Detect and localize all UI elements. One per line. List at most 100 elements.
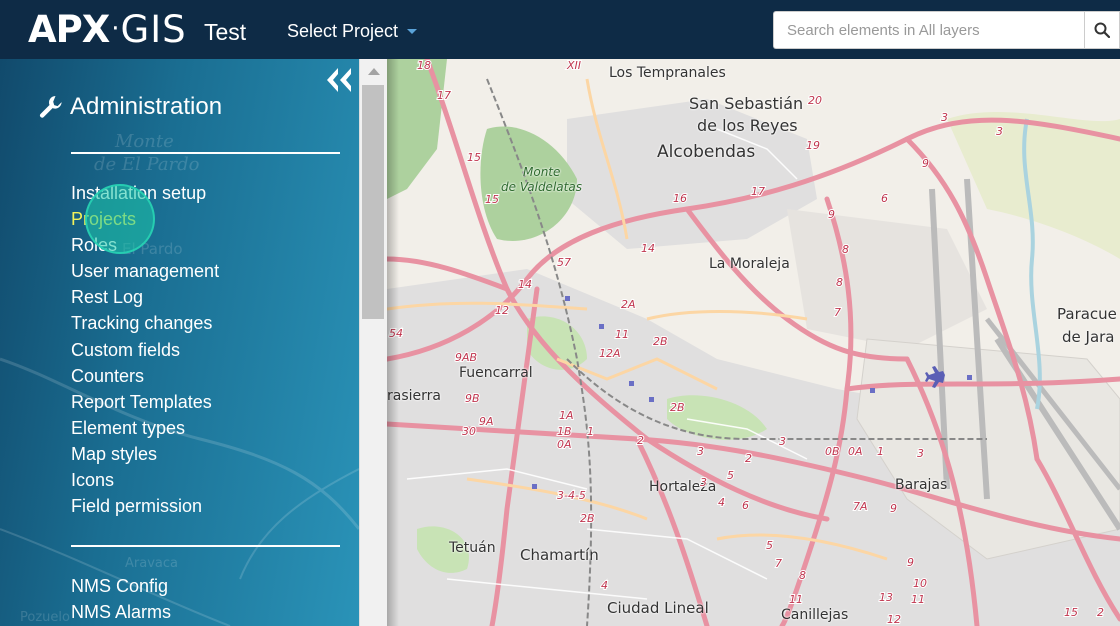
menu-item-projects[interactable]: Projects xyxy=(71,206,219,232)
svg-text:12A: 12A xyxy=(599,347,621,360)
svg-text:12: 12 xyxy=(887,613,901,626)
map-road-numbers: 18 XII 17 15 15 16 17 20 19 3 3 9 6 9 8 … xyxy=(388,59,1105,626)
menu-item-rest-log[interactable]: Rest Log xyxy=(71,284,219,310)
search-icon xyxy=(1094,22,1110,38)
svg-text:2A: 2A xyxy=(621,298,636,311)
svg-text:18: 18 xyxy=(417,59,431,72)
svg-text:1: 1 xyxy=(877,445,884,458)
svg-text:3-4-5: 3-4-5 xyxy=(557,489,586,502)
svg-text:5: 5 xyxy=(727,469,734,482)
sidebar-title-text: Administration xyxy=(70,93,223,120)
svg-text:3: 3 xyxy=(917,447,924,460)
ghost-label-pozuelo: Pozuelo xyxy=(20,610,70,625)
svg-text:9: 9 xyxy=(907,556,914,569)
admin-menu-secondary: NMS Config NMS Alarms xyxy=(71,573,171,625)
svg-text:2B: 2B xyxy=(580,512,595,525)
ghost-label-monte: Monte xyxy=(114,131,174,152)
svg-text:14: 14 xyxy=(641,242,655,255)
svg-text:2: 2 xyxy=(745,452,752,465)
svg-text:8: 8 xyxy=(836,276,843,289)
svg-text:3: 3 xyxy=(779,435,786,448)
menu-item-tracking-changes[interactable]: Tracking changes xyxy=(71,310,219,336)
svg-text:3: 3 xyxy=(697,445,704,458)
svg-text:11: 11 xyxy=(911,593,925,606)
svg-text:8: 8 xyxy=(842,243,849,256)
svg-text:1A: 1A xyxy=(559,409,574,422)
menu-item-nms-config[interactable]: NMS Config xyxy=(71,573,171,599)
menu-item-element-types[interactable]: Element types xyxy=(71,415,219,441)
svg-text:2: 2 xyxy=(1097,606,1104,619)
admin-sidebar: Monte de El Pardo El Pardo Aravaca Pozue… xyxy=(0,59,359,626)
menu-item-icons[interactable]: Icons xyxy=(71,467,219,493)
svg-text:15: 15 xyxy=(485,193,499,206)
svg-text:11: 11 xyxy=(789,593,803,606)
menu-item-roles[interactable]: Roles xyxy=(71,232,219,258)
logo-separator: · xyxy=(111,14,119,44)
logo-apx: APX xyxy=(28,7,110,51)
svg-text:3: 3 xyxy=(941,111,948,124)
svg-text:1B: 1B xyxy=(557,425,572,438)
svg-text:XII: XII xyxy=(566,59,581,72)
ghost-label-el-pardo: de El Pardo xyxy=(94,154,200,175)
sidebar-title: Administration xyxy=(38,93,222,121)
top-navbar: APX · GIS Test Select Project xyxy=(0,0,1120,59)
menu-item-nms-alarms[interactable]: NMS Alarms xyxy=(71,599,171,625)
svg-text:57: 57 xyxy=(557,256,571,269)
svg-text:15: 15 xyxy=(467,151,481,164)
svg-text:13: 13 xyxy=(879,591,893,604)
svg-text:4: 4 xyxy=(601,579,608,592)
wrench-icon xyxy=(39,96,62,118)
svg-text:1: 1 xyxy=(587,425,594,438)
svg-text:10: 10 xyxy=(913,577,927,590)
divider xyxy=(71,545,340,547)
select-project-label: Select Project xyxy=(287,21,399,41)
menu-item-map-styles[interactable]: Map styles xyxy=(71,441,219,467)
svg-text:2B: 2B xyxy=(670,401,685,414)
svg-text:7A: 7A xyxy=(853,500,868,513)
double-chevron-left-icon xyxy=(327,68,351,92)
svg-text:9: 9 xyxy=(890,502,897,515)
admin-menu-primary: Installation setup Projects Roles User m… xyxy=(71,180,219,519)
sidebar-scrollbar[interactable] xyxy=(359,59,387,626)
svg-text:2B: 2B xyxy=(653,335,668,348)
menu-item-custom-fields[interactable]: Custom fields xyxy=(71,337,219,363)
svg-text:19: 19 xyxy=(806,139,820,152)
svg-text:30: 30 xyxy=(462,425,476,438)
svg-text:9: 9 xyxy=(922,157,929,170)
ghost-label-aravaca: Aravaca xyxy=(125,556,178,571)
menu-item-report-templates[interactable]: Report Templates xyxy=(71,389,219,415)
svg-text:14: 14 xyxy=(518,278,532,291)
apx-gis-logo[interactable]: APX · GIS xyxy=(28,6,187,52)
svg-text:9: 9 xyxy=(828,208,835,221)
svg-text:12: 12 xyxy=(495,304,509,317)
menu-item-installation-setup[interactable]: Installation setup xyxy=(71,180,219,206)
svg-text:0A: 0A xyxy=(557,438,572,451)
svg-text:5: 5 xyxy=(766,539,773,552)
collapse-sidebar-button[interactable] xyxy=(324,65,352,100)
airplane-icon xyxy=(925,366,945,388)
caret-down-icon xyxy=(407,29,418,34)
environment-label: Test xyxy=(204,19,247,45)
svg-text:15: 15 xyxy=(1064,606,1078,619)
svg-text:9A: 9A xyxy=(479,415,494,428)
menu-item-counters[interactable]: Counters xyxy=(71,363,219,389)
sidebar-shadow xyxy=(387,59,399,626)
menu-item-user-management[interactable]: User management xyxy=(71,258,219,284)
svg-text:16: 16 xyxy=(673,192,687,205)
svg-text:3: 3 xyxy=(700,476,707,489)
svg-text:9AB: 9AB xyxy=(455,351,477,364)
svg-text:20: 20 xyxy=(808,94,822,107)
svg-text:2: 2 xyxy=(637,434,644,447)
search-input[interactable] xyxy=(773,11,1084,49)
svg-text:7: 7 xyxy=(775,557,782,570)
menu-item-field-permission[interactable]: Field permission xyxy=(71,493,219,519)
svg-text:17: 17 xyxy=(751,185,765,198)
svg-text:8: 8 xyxy=(799,569,806,582)
svg-text:9B: 9B xyxy=(465,392,480,405)
svg-text:6: 6 xyxy=(881,192,888,205)
select-project-dropdown[interactable]: Select Project xyxy=(287,21,418,42)
scroll-up-arrow-icon[interactable] xyxy=(368,68,380,75)
search-button[interactable] xyxy=(1084,11,1120,49)
map-canvas[interactable]: Los Tempranales San Sebastián de los Rey… xyxy=(387,59,1120,626)
scroll-thumb[interactable] xyxy=(362,85,384,319)
